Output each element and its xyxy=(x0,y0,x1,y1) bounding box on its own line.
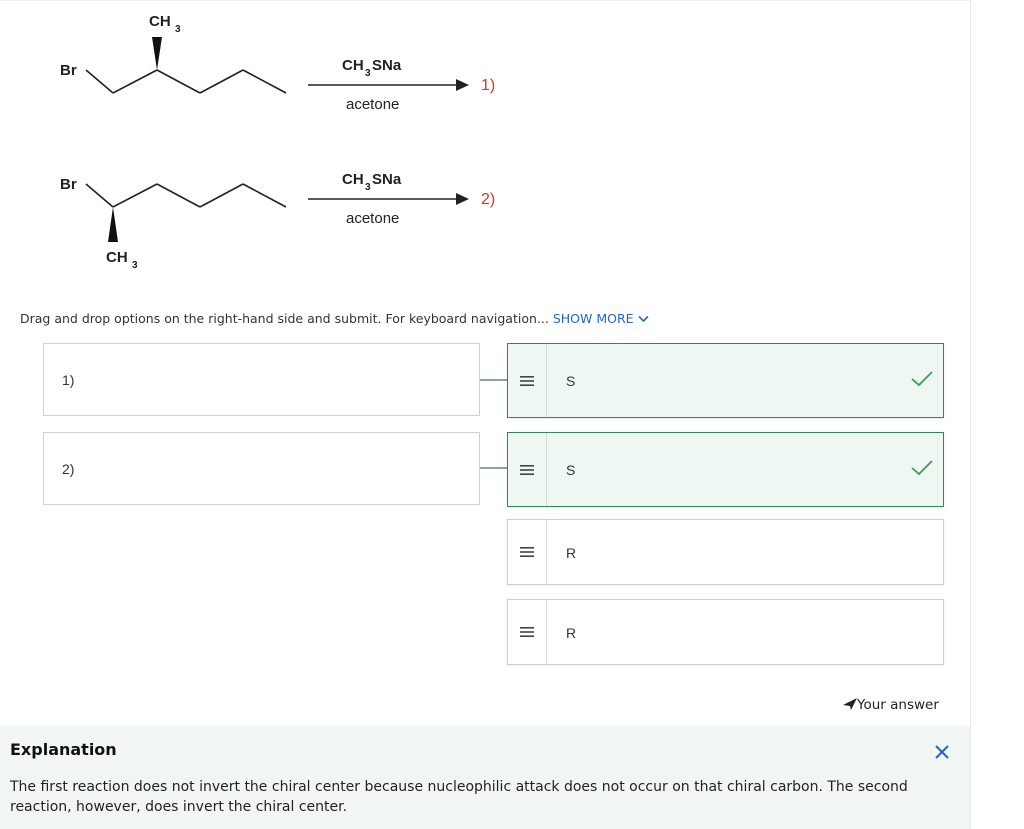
solvent-1: acetone xyxy=(346,96,399,113)
match-connector xyxy=(480,379,508,381)
your-answer-indicator: Your answer xyxy=(843,697,939,713)
prompt-label: 1) xyxy=(62,372,75,388)
methyl-label: CH xyxy=(106,249,128,266)
option-card[interactable]: R xyxy=(507,599,944,665)
reagent-2: CH xyxy=(342,171,364,188)
reaction-number-2: 2) xyxy=(481,191,495,208)
option-card[interactable]: R xyxy=(507,519,944,585)
reagent-1: CH xyxy=(342,57,364,74)
drag-handle-icon[interactable] xyxy=(508,600,547,664)
drag-handle-icon[interactable] xyxy=(508,344,547,417)
bromine-label: Br xyxy=(60,62,77,79)
right-divider xyxy=(970,0,971,829)
reagent-1-subscript: 3 xyxy=(365,68,371,79)
option-label: R xyxy=(566,625,577,641)
option-label: S xyxy=(566,373,576,389)
methyl-subscript: 3 xyxy=(175,24,181,35)
drop-target-1[interactable]: 1) xyxy=(43,343,480,416)
methyl-subscript: 3 xyxy=(132,260,138,271)
methyl-label: CH xyxy=(149,13,171,30)
checkmark-icon xyxy=(911,371,933,387)
option-label: R xyxy=(566,545,577,561)
reagent-1-rest: SNa xyxy=(372,57,402,74)
option-card[interactable]: S xyxy=(507,343,944,418)
explanation-title: Explanation xyxy=(10,740,117,759)
send-arrow-icon xyxy=(843,698,857,710)
show-more-link[interactable]: SHOW MORE xyxy=(553,311,649,326)
checkmark-icon xyxy=(911,460,933,476)
reagent-2-rest: SNa xyxy=(372,171,402,188)
show-more-label[interactable]: SHOW MORE xyxy=(553,311,634,326)
solvent-2: acetone xyxy=(346,210,399,227)
reaction-scheme: Br CH 3 CH 3 SNa acetone 1) Br CH 3 CH 3… xyxy=(60,13,495,271)
option-card[interactable]: S xyxy=(507,432,944,507)
drop-target-2[interactable]: 2) xyxy=(43,432,480,505)
close-icon[interactable] xyxy=(934,744,950,760)
reaction-arrow-2: CH 3 SNa acetone 2) xyxy=(308,171,495,227)
instructions-text: Drag and drop options on the right-hand … xyxy=(20,311,549,326)
match-connector xyxy=(480,467,508,469)
drag-handle-icon[interactable] xyxy=(508,433,547,506)
chevron-down-icon xyxy=(637,315,649,323)
explanation-text: The first reaction does not invert the c… xyxy=(10,779,908,815)
wedge-bond xyxy=(108,207,118,242)
reaction-number-1: 1) xyxy=(481,77,495,94)
bromine-label: Br xyxy=(60,176,77,193)
molecule-2: Br CH 3 xyxy=(60,176,287,271)
option-label: S xyxy=(566,462,576,478)
reagent-2-subscript: 3 xyxy=(365,182,371,193)
instructions: Drag and drop options on the right-hand … xyxy=(20,311,649,326)
molecule-1: Br CH 3 xyxy=(60,13,287,94)
prompt-label: 2) xyxy=(62,461,75,477)
wedge-bond xyxy=(152,37,162,70)
your-answer-label: Your answer xyxy=(857,697,939,713)
drag-handle-icon[interactable] xyxy=(508,520,547,584)
reaction-arrow-1: CH 3 SNa acetone 1) xyxy=(308,57,495,113)
